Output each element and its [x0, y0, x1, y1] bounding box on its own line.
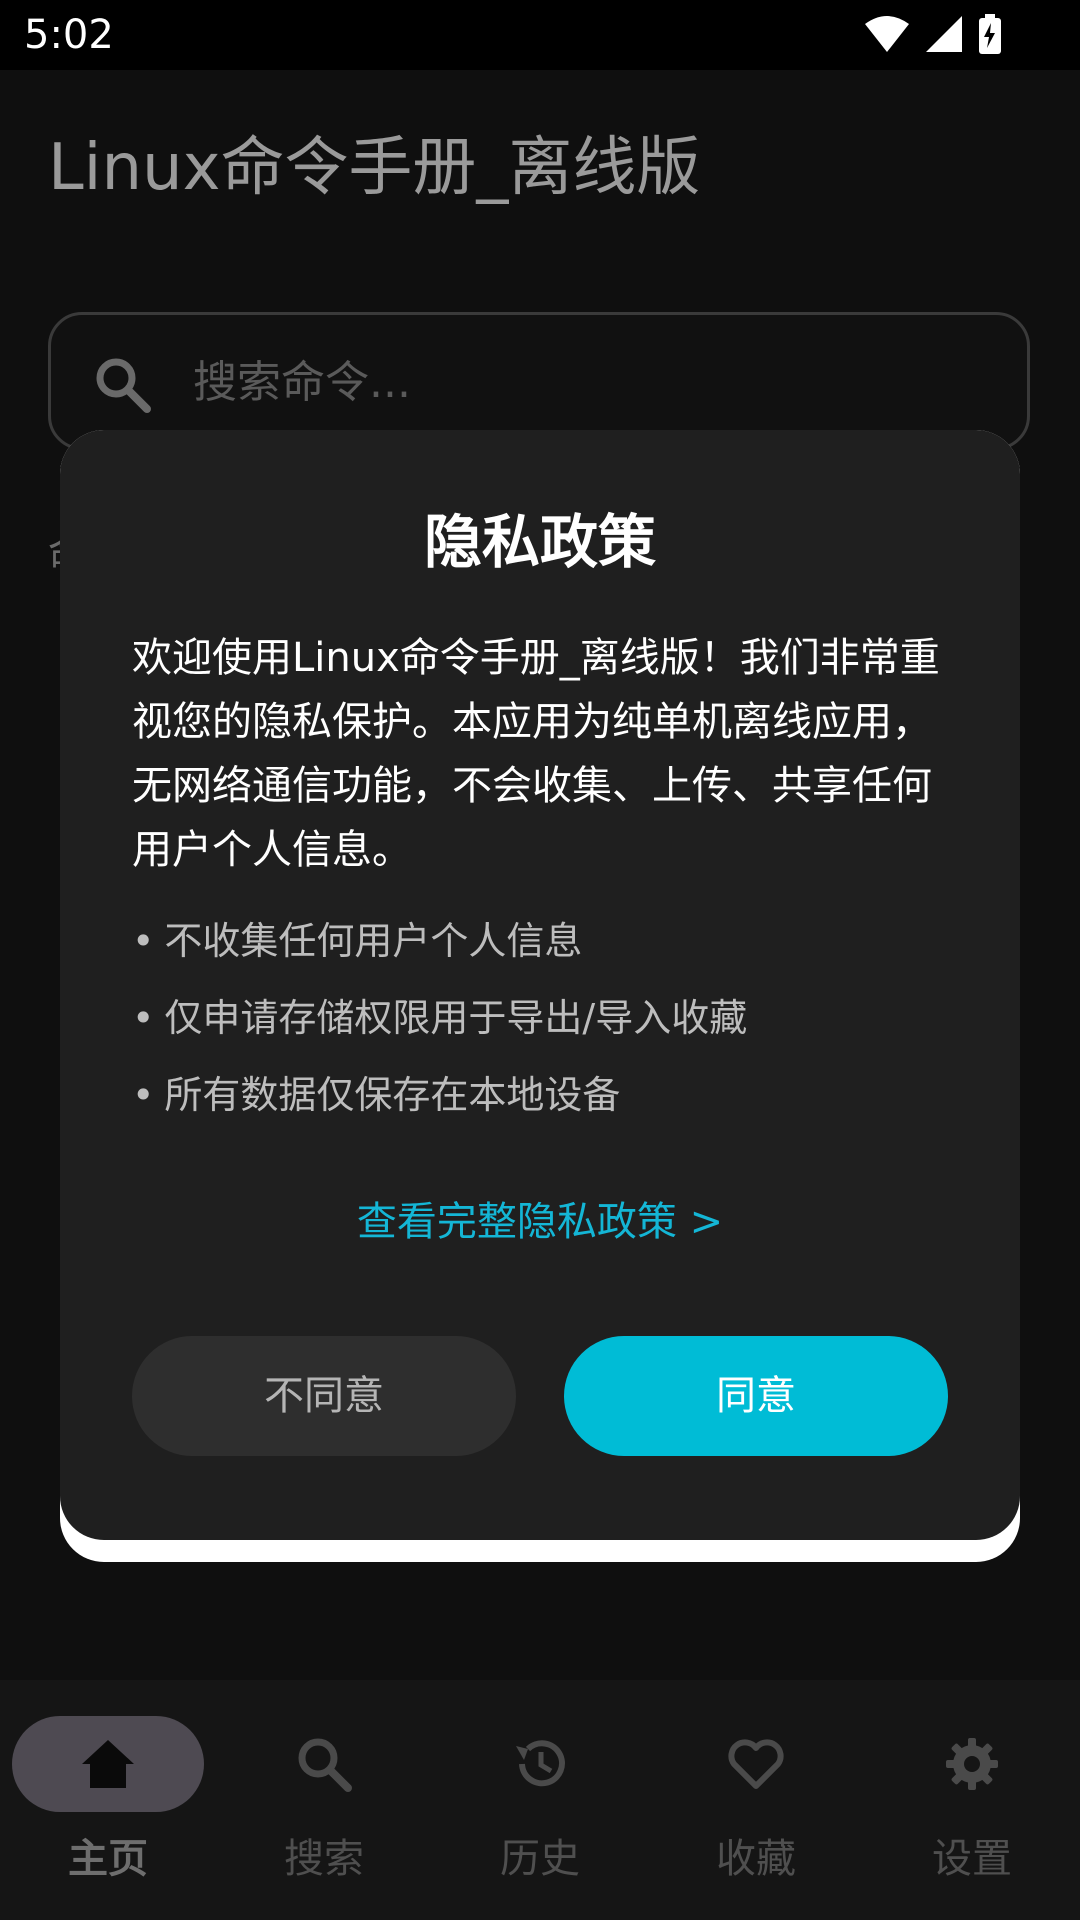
nav-label-settings: 设置: [932, 1836, 1012, 1882]
status-time: 5:02: [24, 12, 114, 58]
search-icon: [96, 358, 151, 413]
policy-bullet-list: • 不收集任何用户个人信息 • 仅申请存储权限用于导出/导入收藏 • 所有数据仅保存在…: [132, 914, 952, 1145]
bullet-mark: •: [132, 996, 155, 1040]
battery-charging-icon: [978, 14, 1002, 54]
wifi-icon: [864, 14, 910, 54]
bullet-mark: •: [132, 919, 155, 963]
signal-icon: [924, 14, 964, 54]
search-placeholder: 搜索命令...: [193, 357, 411, 408]
nav-label-home: 主页: [68, 1836, 148, 1882]
status-bar: 5:02: [0, 0, 1080, 70]
status-icons: [864, 14, 1002, 54]
dialog-intro-text: 欢迎使用Linux命令手册_离线版！我们非常重视您的隐私保护。本应用为纯单机离线…: [132, 635, 940, 873]
app-title: Linux命令手册_离线版: [48, 131, 701, 205]
bullet-text: 不收集任何用户个人信息: [164, 919, 583, 963]
nav-label-history: 历史: [500, 1836, 580, 1882]
nav-item-history[interactable]: 历史: [432, 1680, 648, 1920]
bullet-text: 所有数据仅保存在本地设备: [164, 1073, 621, 1117]
bullet-mark: •: [132, 1073, 155, 1117]
nav-item-home[interactable]: 主页: [0, 1680, 216, 1920]
list-item: • 仅申请存储权限用于导出/导入收藏: [132, 991, 952, 1068]
nav-item-settings[interactable]: 设置: [864, 1680, 1080, 1920]
gear-icon: [946, 1738, 998, 1790]
nav-item-search[interactable]: 搜索: [216, 1680, 432, 1920]
heart-icon: [728, 1739, 784, 1789]
screen: 5:02 Linux命令手册_离线版 搜索命令... 主页 搜索 历史 收藏 设…: [0, 0, 1080, 1920]
nav-item-favorites[interactable]: 收藏: [648, 1680, 864, 1920]
disagree-button[interactable]: 不同意: [132, 1336, 516, 1456]
search-icon: [298, 1738, 352, 1792]
bottom-nav: 主页 搜索 历史 收藏 设置: [0, 1680, 1080, 1920]
home-icon: [82, 1740, 134, 1788]
privacy-dialog: 隐私政策 欢迎使用Linux命令手册_离线版！我们非常重视您的隐私保护。本应用为…: [60, 430, 1020, 1540]
history-icon: [516, 1740, 565, 1787]
bullet-text: 仅申请存储权限用于导出/导入收藏: [164, 996, 748, 1040]
nav-label-favorites: 收藏: [716, 1836, 796, 1882]
list-item: • 所有数据仅保存在本地设备: [132, 1068, 952, 1145]
list-item: • 不收集任何用户个人信息: [132, 914, 952, 991]
view-full-policy-link[interactable]: 查看完整隐私政策 >: [60, 1194, 1020, 1250]
nav-label-search: 搜索: [284, 1836, 364, 1882]
agree-button[interactable]: 同意: [564, 1336, 948, 1456]
dialog-title: 隐私政策: [423, 508, 656, 576]
